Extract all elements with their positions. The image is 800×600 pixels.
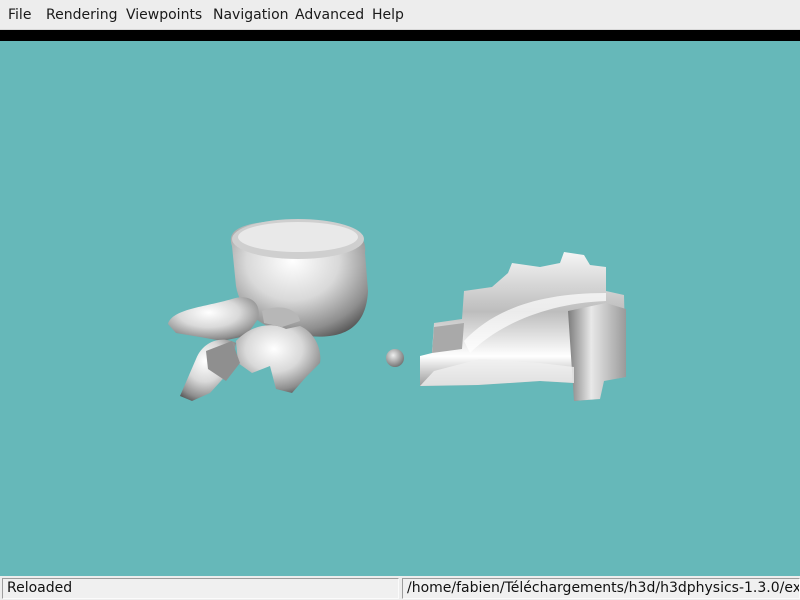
instrument-model[interactable] [420,252,626,401]
sphere-marker[interactable] [386,349,404,367]
menu-help[interactable]: Help [370,6,406,24]
scene-canvas [168,219,626,401]
status-message: Reloaded [2,578,399,599]
status-file-path: /home/fabien/Téléchargements/h3d/h3dphys… [402,578,800,599]
menu-rendering[interactable]: Rendering [44,6,120,24]
viewport-top-border [0,30,800,41]
vertebra-model[interactable] [168,219,368,401]
menu-navigation[interactable]: Navigation [211,6,291,24]
3d-viewport[interactable] [0,41,800,576]
menu-advanced[interactable]: Advanced [293,6,366,24]
status-bar: Reloaded /home/fabien/Téléchargements/h3… [0,576,800,600]
menu-bar: File Rendering Viewpoints Navigation Adv… [0,0,800,30]
menu-viewpoints[interactable]: Viewpoints [124,6,204,24]
menu-file[interactable]: File [6,6,33,24]
